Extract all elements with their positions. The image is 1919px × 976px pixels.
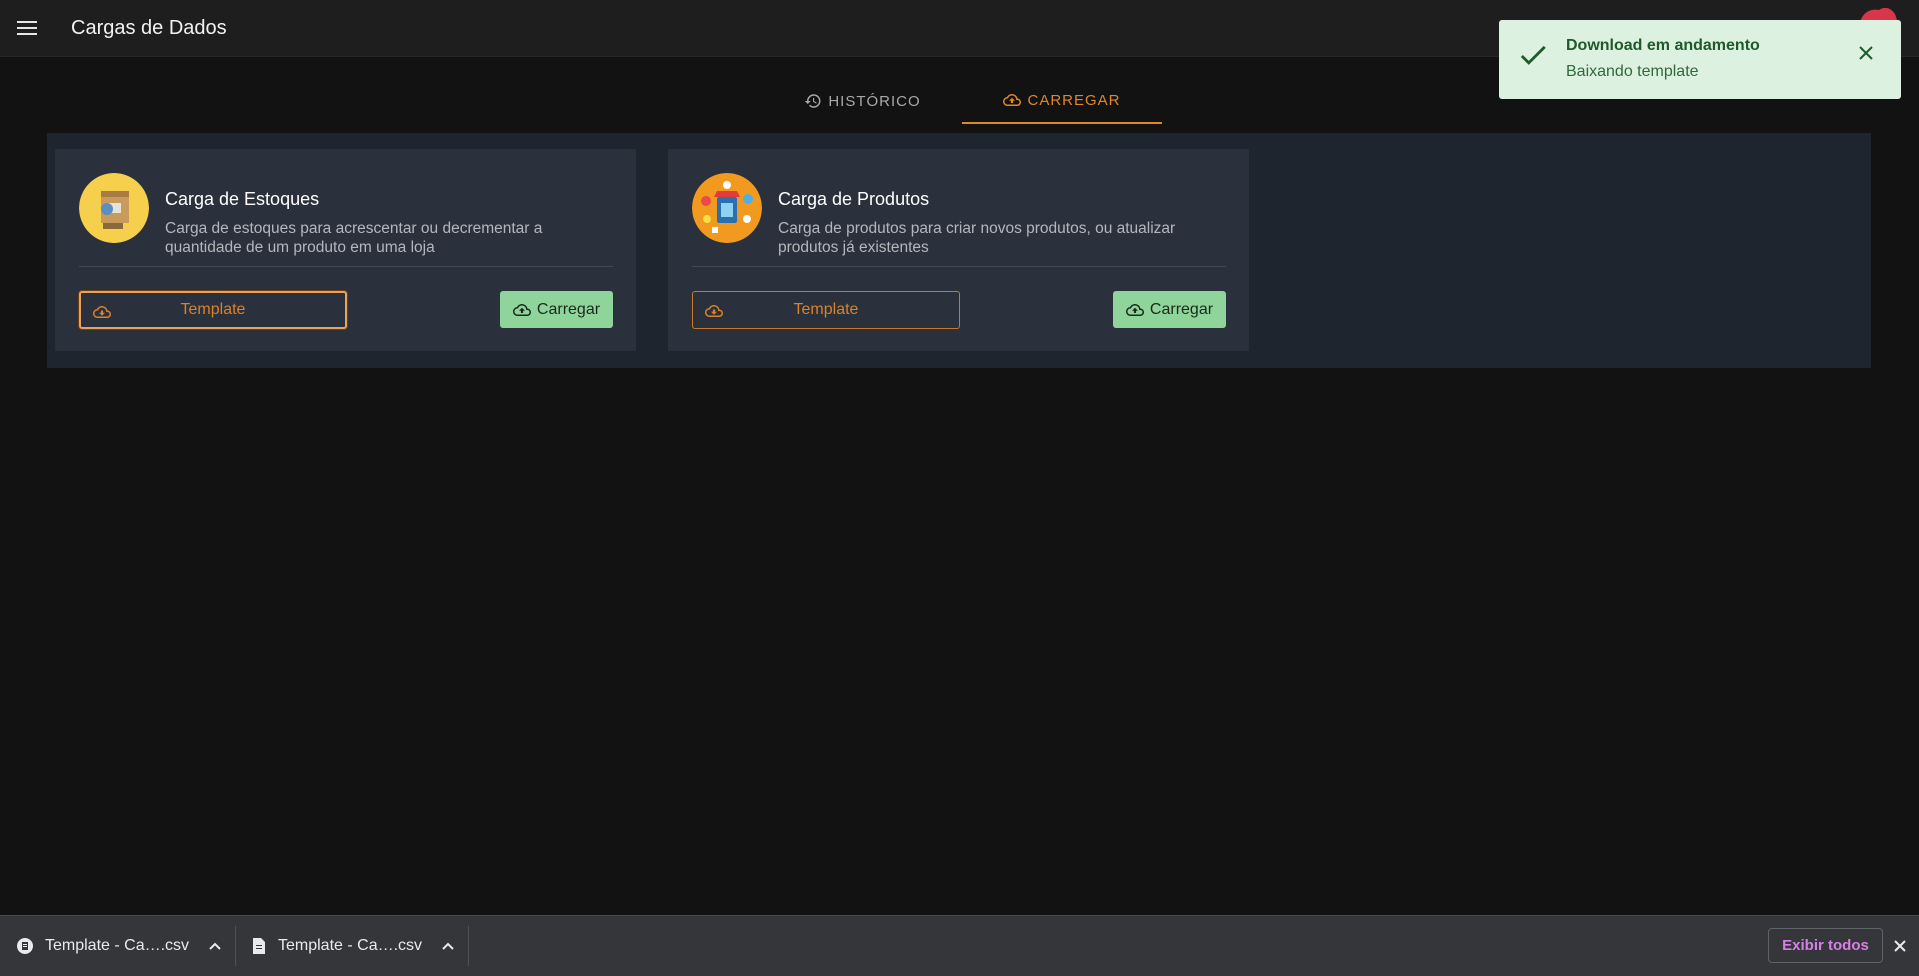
download-item[interactable]: Template - Ca….csv bbox=[17, 916, 221, 976]
cards-panel: Carga de Estoques Carga de estoques para… bbox=[47, 133, 1871, 368]
cloud-upload-icon bbox=[512, 303, 531, 316]
card-carga-estoques: Carga de Estoques Carga de estoques para… bbox=[55, 149, 636, 351]
template-button-label: Template bbox=[180, 301, 246, 318]
show-all-button[interactable]: Exibir todos bbox=[1768, 928, 1883, 963]
divider bbox=[235, 926, 236, 966]
history-icon bbox=[805, 94, 821, 108]
cloud-upload-icon bbox=[1003, 94, 1022, 106]
cloud-upload-icon bbox=[1125, 303, 1144, 316]
card-title: Carga de Estoques bbox=[165, 189, 320, 209]
tab-carregar-label: CARREGAR bbox=[1027, 91, 1121, 109]
template-button[interactable]: Template bbox=[79, 291, 347, 329]
template-button[interactable]: Template bbox=[692, 291, 960, 329]
file-icon bbox=[17, 938, 33, 954]
tab-carregar[interactable]: CARREGAR bbox=[962, 78, 1162, 124]
template-button-label: Template bbox=[793, 301, 859, 318]
carregar-button-label: Carregar bbox=[1149, 300, 1214, 318]
store-products-icon bbox=[692, 173, 762, 243]
tab-historico-label: HISTÓRICO bbox=[828, 92, 921, 110]
card-description: Carga de produtos para criar novos produ… bbox=[778, 220, 1176, 256]
toast-message: Baixando template bbox=[1566, 63, 1699, 80]
download-bar: Template - Ca….csv Template - Ca….csv Ex… bbox=[0, 915, 1919, 976]
carregar-button[interactable]: Carregar bbox=[500, 291, 613, 328]
carregar-button[interactable]: Carregar bbox=[1113, 291, 1226, 328]
check-icon bbox=[1520, 45, 1546, 65]
hamburger-menu-icon[interactable] bbox=[12, 13, 42, 43]
carregar-button-label: Carregar bbox=[536, 300, 601, 318]
download-item-name: Template - Ca….csv bbox=[278, 937, 423, 954]
toast-title: Download em andamento bbox=[1566, 37, 1760, 54]
stock-boxes-icon bbox=[79, 173, 149, 243]
tab-historico[interactable]: HISTÓRICO bbox=[783, 78, 942, 124]
card-title: Carga de Produtos bbox=[778, 189, 930, 209]
download-toast: Download em andamento Baixando template bbox=[1499, 20, 1901, 99]
page-title: Cargas de Dados bbox=[71, 16, 227, 39]
divider bbox=[79, 266, 613, 267]
chevron-up-icon[interactable] bbox=[209, 942, 221, 950]
divider bbox=[468, 926, 469, 966]
close-icon[interactable] bbox=[1890, 936, 1910, 956]
toast-close-icon[interactable] bbox=[1854, 41, 1878, 65]
file-icon bbox=[253, 938, 265, 954]
cloud-download-icon bbox=[93, 306, 111, 318]
card-description: Carga de estoques para acrescentar ou de… bbox=[165, 220, 543, 256]
cloud-download-icon bbox=[705, 305, 723, 317]
download-item-name: Template - Ca….csv bbox=[45, 937, 190, 954]
download-item[interactable]: Template - Ca….csv bbox=[252, 916, 454, 976]
card-carga-produtos: Carga de Produtos Carga de produtos para… bbox=[668, 149, 1249, 351]
chevron-up-icon[interactable] bbox=[442, 942, 454, 950]
divider bbox=[692, 266, 1226, 267]
